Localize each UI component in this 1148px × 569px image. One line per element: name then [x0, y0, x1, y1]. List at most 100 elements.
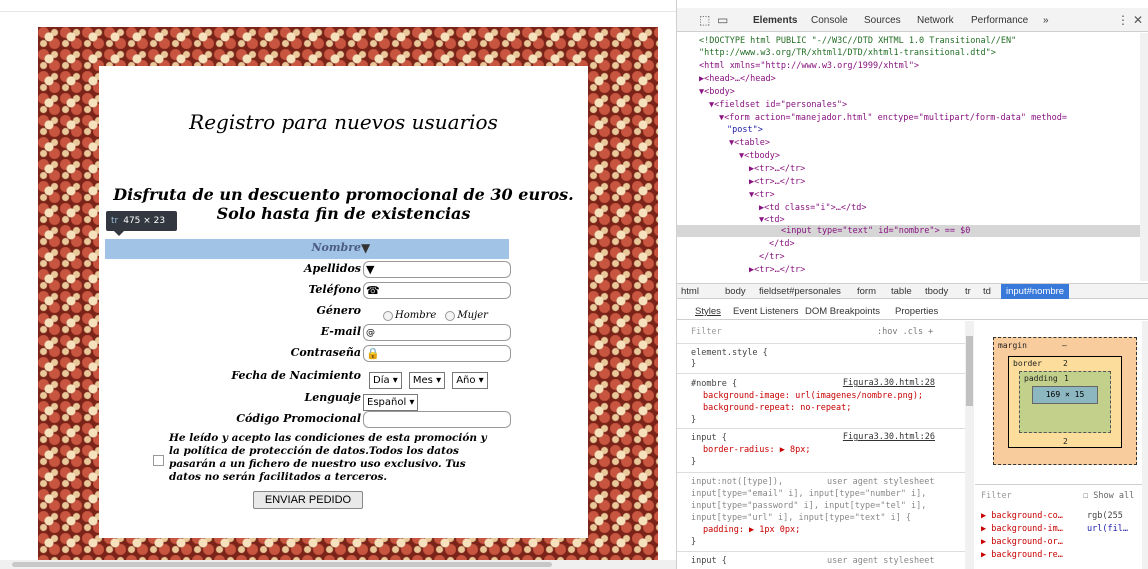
crumb-fieldset[interactable]: fieldset#personales: [759, 286, 841, 297]
rule-nombre-source-link[interactable]: Figura3.30.html:28: [843, 378, 935, 388]
rule-nombre-selector[interactable]: #nombre {: [691, 378, 737, 390]
dom-line[interactable]: ▼<fieldset id="personales">: [709, 99, 847, 111]
ua-selector-4[interactable]: input[type="url" i], input[type="text" i…: [691, 512, 911, 524]
contrasena-input[interactable]: 🔒: [363, 345, 511, 362]
rule-input-source-link[interactable]: Figura3.30.html:26: [843, 432, 935, 442]
ua-stylesheet-label: user agent stylesheet: [827, 477, 935, 487]
dom-line[interactable]: <!DOCTYPE html PUBLIC "-//W3C//DTD XHTML…: [699, 35, 1016, 47]
prop-padding[interactable]: padding: ▶ 1px 0px;: [703, 524, 800, 536]
tab-more[interactable]: »: [1043, 15, 1049, 26]
email-input[interactable]: @: [363, 324, 511, 341]
tab-performance[interactable]: Performance: [971, 15, 1028, 26]
computed-filter-input[interactable]: Filter: [981, 491, 1012, 501]
dom-line[interactable]: ▶<tr>…</tr>: [749, 176, 805, 188]
crumb-input-nombre[interactable]: input#nombre: [1001, 284, 1070, 299]
dom-line[interactable]: ▶<td class="i">…</td>: [759, 202, 866, 214]
subtab-properties[interactable]: Properties: [895, 306, 938, 317]
show-all-checkbox[interactable]: ☐ Show all: [1083, 491, 1134, 501]
radio-hombre[interactable]: [383, 310, 393, 321]
crumb-body[interactable]: body: [725, 286, 746, 297]
computed-value-url[interactable]: url(fil…: [1087, 524, 1128, 534]
dom-line[interactable]: "http://www.w3.org/TR/xhtml1/DTD/xhtml1-…: [699, 47, 996, 59]
divider: [677, 472, 965, 473]
dom-line[interactable]: </td>: [769, 238, 795, 250]
language-select[interactable]: Español ▾: [363, 394, 419, 411]
dom-line[interactable]: ▼<form action="manejador.html" enctype="…: [719, 112, 1067, 124]
computed-item[interactable]: ▶ background-im…: [981, 524, 1063, 534]
ua-input-selector[interactable]: input {: [691, 555, 727, 567]
divider: [677, 428, 965, 429]
right-scrollbar[interactable]: [1142, 321, 1148, 569]
dom-scrollbar[interactable]: [1140, 33, 1148, 281]
styles-scroll-thumb[interactable]: [966, 336, 973, 406]
radio-mujer[interactable]: [445, 310, 456, 321]
crumb-td[interactable]: td: [983, 286, 991, 297]
box-model-content[interactable]: 169 × 15: [1032, 386, 1098, 404]
crumb-form[interactable]: form: [857, 286, 876, 297]
form-row-email: E-mail @: [105, 323, 511, 343]
dom-line[interactable]: ▼<table>: [729, 137, 770, 149]
styles-scrollbar[interactable]: [965, 321, 974, 569]
crumb-tr[interactable]: tr: [965, 286, 971, 297]
month-select[interactable]: Mes ▾: [408, 372, 446, 389]
apellidos-input[interactable]: ▼: [363, 261, 511, 278]
device-toolbar-icon[interactable]: ▭: [717, 13, 728, 27]
padding-top-value: 1: [1064, 374, 1069, 383]
dom-line[interactable]: ▼<tbody>: [739, 150, 780, 162]
legal-text: He leído y acepto las condiciones de est…: [169, 432, 487, 483]
day-select[interactable]: Día ▾: [369, 372, 402, 389]
tab-sources[interactable]: Sources: [864, 15, 901, 26]
nombre-input-icon[interactable]: ▼: [361, 241, 370, 255]
dom-line[interactable]: ▶<head>…</head>: [699, 73, 776, 85]
tooltip-tag: tr: [111, 216, 119, 226]
tab-network[interactable]: Network: [917, 15, 954, 26]
crumb-html[interactable]: html: [681, 286, 699, 297]
ua-selector-2[interactable]: input[type="email" i], input[type="numbe…: [691, 488, 926, 500]
horizontal-scroll-thumb[interactable]: [12, 562, 552, 567]
styles-filter-input[interactable]: Filter: [691, 326, 722, 338]
tab-elements[interactable]: Elements: [753, 15, 797, 26]
horizontal-scrollbar[interactable]: [0, 560, 676, 569]
label-genero: Género: [316, 304, 361, 317]
more-menu-icon[interactable]: ⋮: [1117, 13, 1129, 27]
ua-selector-1[interactable]: input:not([type]),: [691, 476, 783, 488]
computed-item[interactable]: ▶ background-co…: [981, 511, 1063, 521]
dom-line[interactable]: </tr>: [759, 251, 785, 263]
promo-line-1: Disfruta de un descuento promocional de …: [113, 185, 574, 204]
tab-console[interactable]: Console: [811, 15, 848, 26]
dom-line[interactable]: <html xmlns="http://www.w3.org/1999/xhtm…: [699, 60, 919, 72]
dom-line[interactable]: ▼<body>: [699, 86, 735, 98]
dom-line[interactable]: "post">: [727, 124, 763, 136]
subtab-styles[interactable]: Styles: [695, 306, 721, 317]
dom-line-selected[interactable]: <input type="text" id="nombre"> == $0: [781, 225, 970, 237]
close-icon[interactable]: ✕: [1133, 13, 1143, 27]
prop-background-image[interactable]: background-image: url(imagenes/nombre.pn…: [703, 390, 923, 402]
inspect-element-icon[interactable]: ⬚: [699, 13, 710, 27]
computed-item[interactable]: ▶ background-re…: [981, 550, 1063, 560]
label-apellidos: Apellidos: [304, 262, 361, 275]
dom-line[interactable]: ▼<tr>: [749, 189, 775, 201]
subtab-event-listeners[interactable]: Event Listeners: [733, 306, 798, 317]
prop-border-radius[interactable]: border-radius: ▶ 8px;: [703, 444, 810, 456]
rule-input-selector[interactable]: input {: [691, 432, 727, 444]
accept-terms-checkbox[interactable]: [153, 455, 164, 466]
crumb-table[interactable]: table: [891, 286, 912, 297]
lock-icon: 🔒: [366, 347, 380, 360]
subtab-dom-breakpoints[interactable]: DOM Breakpoints: [805, 306, 880, 317]
rule-close: }: [691, 537, 697, 547]
ua-selector-3[interactable]: input[type="password" i], input[type="te…: [691, 500, 926, 512]
year-select[interactable]: Año ▾: [452, 372, 488, 389]
codigo-input[interactable]: [363, 411, 511, 428]
submit-button[interactable]: ENVIAR PEDIDO: [253, 491, 363, 509]
email-icon: @: [366, 328, 375, 338]
computed-item[interactable]: ▶ background-or…: [981, 537, 1063, 547]
crumb-tbody[interactable]: tbody: [925, 286, 948, 297]
dom-line[interactable]: ▶<tr>…</tr>: [749, 163, 805, 175]
webpage-viewport: Registro para nuevos usuarios Disfruta d…: [0, 0, 676, 569]
language-select-value: Español: [367, 397, 407, 408]
telefono-input[interactable]: ☎: [363, 282, 511, 299]
hov-cls-buttons[interactable]: :hov .cls +: [877, 326, 933, 338]
element-style-rule[interactable]: element.style {: [691, 347, 768, 359]
prop-background-repeat[interactable]: background-repeat: no-repeat;: [703, 402, 851, 414]
dom-line[interactable]: ▶<tr>…</tr>: [749, 264, 805, 276]
